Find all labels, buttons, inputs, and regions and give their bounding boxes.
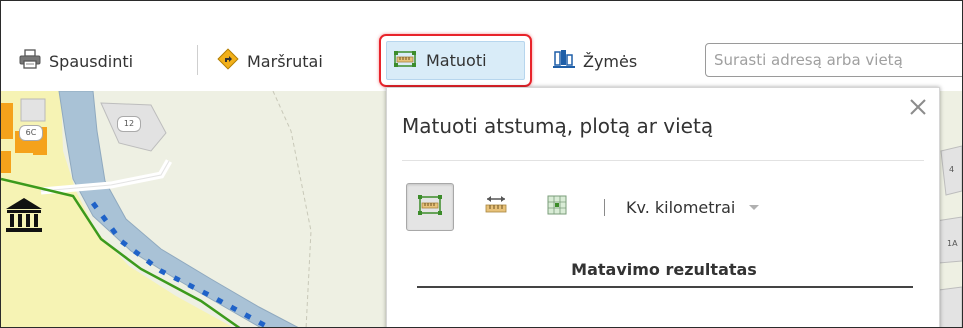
bookmarks-button[interactable]: Žymės: [553, 43, 637, 79]
location-icon: [546, 194, 568, 220]
bookmarks-icon: [553, 49, 575, 73]
measure-button[interactable]: Matuoti: [379, 34, 532, 87]
chevron-down-icon: [749, 204, 760, 210]
print-label: Spausdinti: [49, 51, 134, 71]
measure-button-inner: Matuoti: [386, 41, 525, 80]
printer-icon: [19, 49, 41, 73]
measure-panel: Matuoti atstumą, plotą ar vietą Kv. kilo…: [386, 87, 940, 327]
routes-label: Maršrutai: [247, 51, 323, 71]
location-tool-button[interactable]: [533, 183, 581, 231]
unit-label: Kv. kilometrai: [626, 197, 736, 217]
measure-label: Matuoti: [426, 51, 487, 70]
area-tool-button[interactable]: [406, 183, 454, 231]
unit-divider: [604, 199, 605, 216]
directions-icon: [217, 48, 239, 74]
building: [1, 151, 11, 173]
panel-divider: [402, 160, 924, 161]
map-label-12: 12: [117, 116, 141, 132]
close-button[interactable]: [905, 96, 931, 122]
routes-button[interactable]: Maršrutai: [217, 43, 323, 79]
search-input[interactable]: [705, 43, 962, 77]
result-heading: Matavimo rezultatas: [571, 260, 757, 279]
building: [1, 103, 13, 139]
bookmarks-label: Žymės: [583, 51, 638, 71]
area-icon: [417, 194, 443, 220]
map-label-1a: 1A: [947, 239, 958, 248]
print-button[interactable]: Spausdinti: [19, 43, 133, 79]
unit-dropdown[interactable]: Kv. kilometrai: [626, 191, 760, 223]
toolbar-divider: [197, 45, 198, 75]
museum-icon: [4, 195, 44, 235]
distance-tool-button[interactable]: [472, 183, 520, 231]
close-icon: [909, 98, 927, 120]
map-label-6c: 6C: [19, 125, 43, 141]
result-underline: [417, 286, 913, 288]
toolbar: Spausdinti Maršrutai Matuoti Žymės Suras…: [1, 1, 962, 91]
distance-icon: [483, 194, 509, 220]
measure-panel-title: Matuoti atstumą, plotą ar vietą: [402, 114, 714, 138]
app-frame: 6C 12 4 1A Spausdinti Maršrutai Matuoti …: [0, 0, 963, 328]
ruler-icon: [393, 49, 417, 73]
map-label-4: 4: [949, 165, 955, 174]
